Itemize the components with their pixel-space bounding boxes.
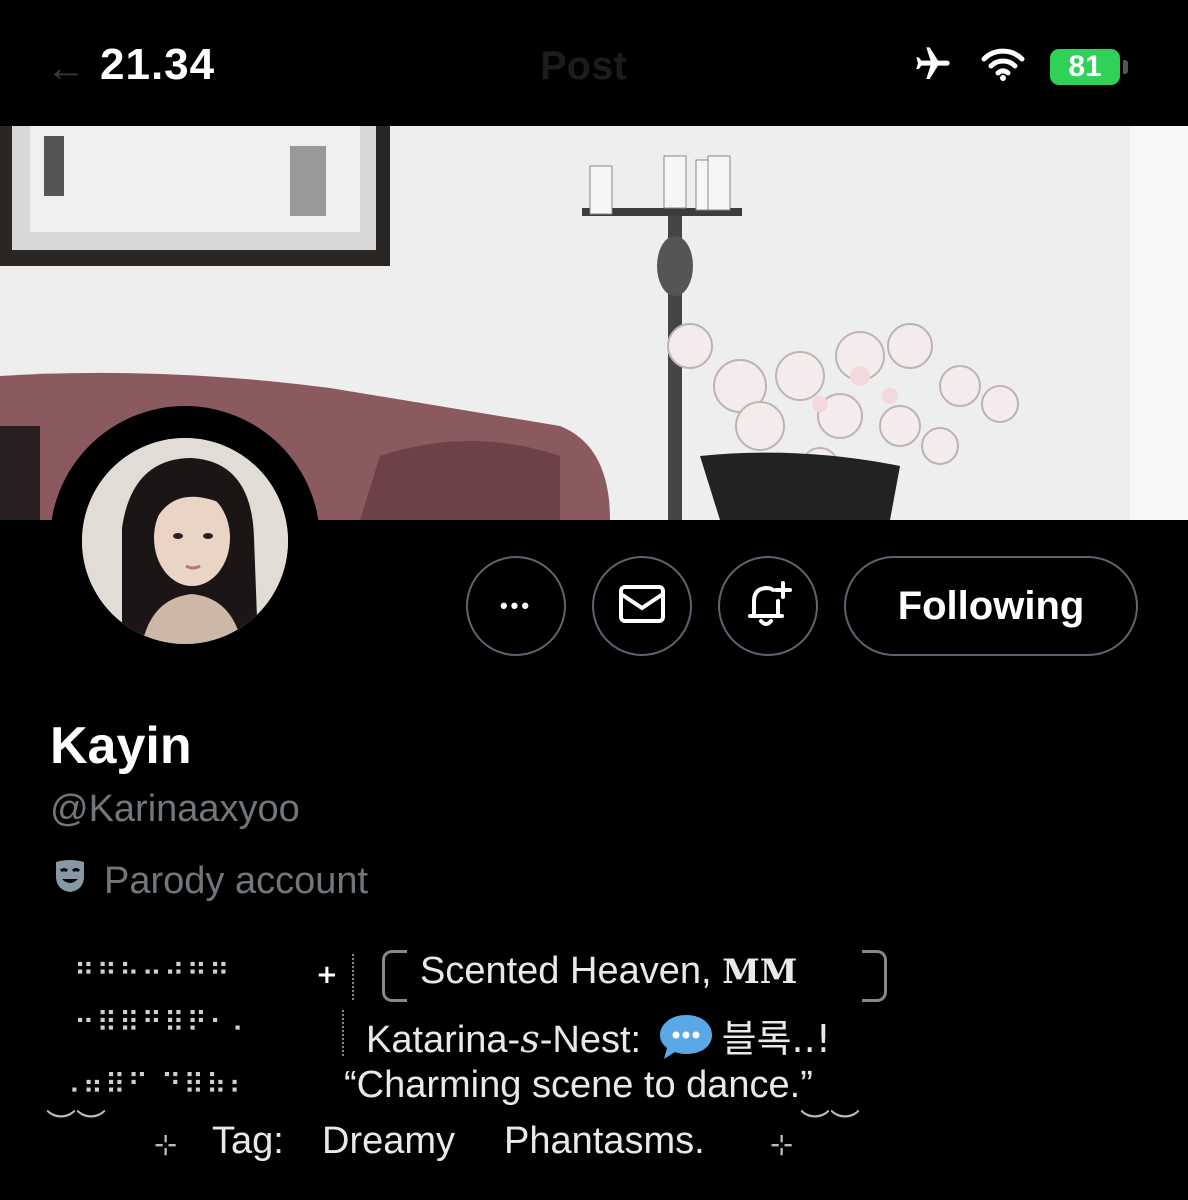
battery-tip bbox=[1123, 59, 1128, 74]
battery-icon: 81 bbox=[1050, 48, 1128, 85]
bio-line-2-korean: 블록..! bbox=[721, 1017, 831, 1061]
parody-text: Parody account bbox=[104, 859, 369, 902]
wifi-icon bbox=[980, 46, 1026, 87]
bio-braille-art-1: ⠶⠶⠦⠤⠴⠶⠶ bbox=[74, 950, 232, 983]
bio-line-2: Katarina-s-Nest: 블록..! bbox=[366, 1008, 831, 1071]
swoosh-left-decoration: ︶︶ bbox=[46, 1108, 106, 1143]
dotted-divider-1 bbox=[352, 954, 354, 1000]
following-button[interactable]: Following bbox=[844, 556, 1138, 656]
bell-plus-icon bbox=[743, 579, 793, 634]
avatar-image bbox=[82, 438, 288, 644]
bio-line-2-prefix: Katarina- bbox=[366, 1019, 521, 1061]
handle: @Karinaaxyoo bbox=[50, 788, 300, 830]
faded-page-title: Post bbox=[540, 44, 627, 88]
battery-level: 81 bbox=[1050, 48, 1120, 85]
back-arrow-icon[interactable]: ← bbox=[46, 46, 86, 91]
speech-bubble-icon bbox=[658, 1013, 714, 1071]
bio-line-2-mid: -Nest: bbox=[539, 1019, 652, 1061]
sparkle-right-icon: ⊹ bbox=[770, 1128, 794, 1161]
dotted-divider-2 bbox=[342, 1010, 344, 1056]
bio-line-2-italic: s bbox=[520, 1017, 540, 1061]
envelope-icon bbox=[618, 584, 666, 629]
display-name: Kayin bbox=[50, 717, 192, 775]
airplane-icon bbox=[910, 44, 956, 89]
swoosh-right-decoration: ︶︶ bbox=[800, 1108, 860, 1143]
bio-line-3: “Charming scene to dance.” bbox=[344, 1064, 813, 1106]
theater-mask-icon bbox=[50, 856, 90, 906]
bio-line-4-tag: Tag: bbox=[212, 1120, 284, 1162]
status-icons: 81 bbox=[910, 44, 1128, 89]
status-time: 21.34 bbox=[100, 40, 216, 89]
sparkle-left-icon: ⊹ bbox=[154, 1128, 178, 1161]
bio-line-1-bold: MM bbox=[722, 952, 798, 992]
bracket-right-decoration bbox=[862, 950, 887, 1002]
bio-line-4-word2: Phantasms. bbox=[504, 1120, 705, 1162]
message-button[interactable] bbox=[592, 556, 692, 656]
bracket-left-decoration bbox=[382, 950, 407, 1002]
bio-line-1-text: Scented Heaven, bbox=[420, 950, 723, 992]
bio-braille-art-2: ⠒⠿⠿⠛⠿⠟⠂⠄ bbox=[74, 1006, 255, 1039]
more-options-button[interactable]: ••• bbox=[466, 556, 566, 656]
bio-line-1: Scented Heaven, MM bbox=[420, 950, 797, 993]
more-icon: ••• bbox=[499, 593, 533, 618]
parody-label: Parody account bbox=[50, 856, 368, 906]
bio-line-4-word1: Dreamy bbox=[322, 1120, 456, 1162]
bio-plus-sign: + bbox=[316, 960, 338, 990]
status-bar: ← Post 21.34 81 bbox=[0, 0, 1188, 126]
notifications-button[interactable] bbox=[718, 556, 818, 656]
avatar[interactable] bbox=[82, 438, 288, 644]
bio-braille-art-3: ⠠⠶⠿⠋ ⠙⠿⠷⠆ bbox=[60, 1068, 251, 1101]
